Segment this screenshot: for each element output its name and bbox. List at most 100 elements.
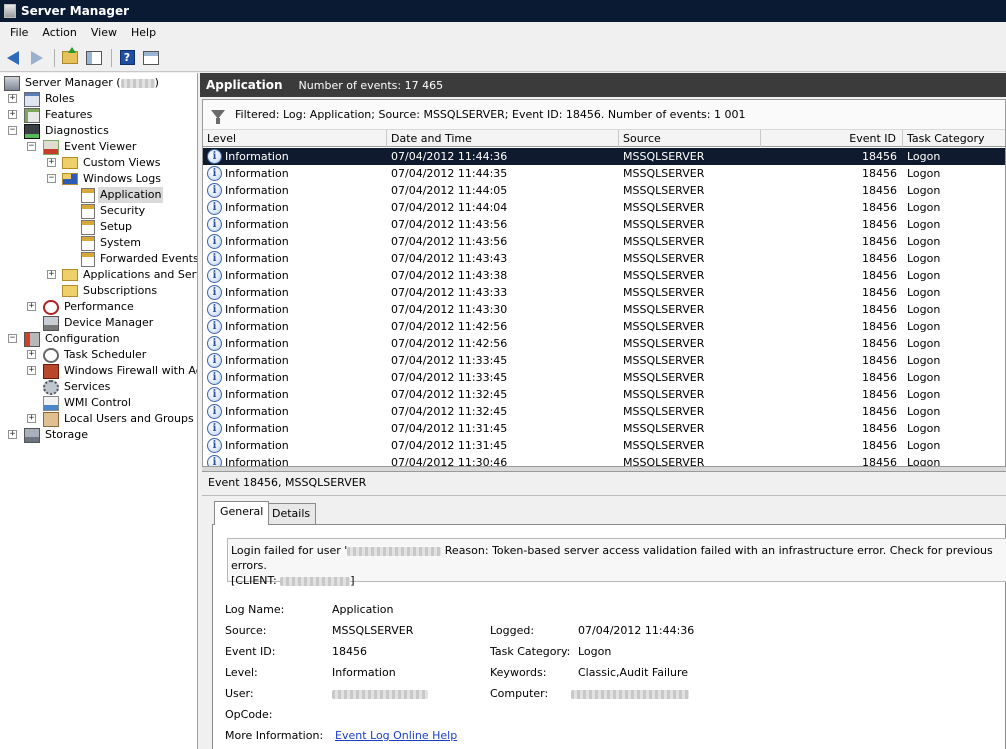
- event-row[interactable]: i Information 07/04/2012 11:42:56 MSSQLSERV…: [203, 335, 1005, 352]
- menu-action[interactable]: Action: [35, 22, 83, 44]
- event-row[interactable]: i Information 07/04/2012 11:42:56 MSSQLSERV…: [203, 318, 1005, 335]
- tab-details[interactable]: Details: [266, 503, 317, 525]
- event-details-title: Event 18456, MSSQLSERVER: [208, 476, 367, 489]
- tree-item-subscriptions[interactable]: Subscriptions: [62, 283, 159, 299]
- tree-item-windows-firewall[interactable]: Windows Firewall with Adva: [43, 363, 197, 379]
- event-row[interactable]: i Information 07/04/2012 11:43:38 MSSQLSERV…: [203, 267, 1005, 284]
- event-row[interactable]: i Information 07/04/2012 11:44:35 MSSQLSERV…: [203, 165, 1005, 182]
- collapse-toggle-icon[interactable]: −: [8, 126, 17, 135]
- cell-source: MSSQLSERVER: [623, 184, 705, 197]
- event-log-online-help-link[interactable]: Event Log Online Help: [335, 729, 457, 742]
- filter-funnel-icon: [211, 110, 225, 124]
- information-icon: i: [207, 370, 222, 385]
- expand-toggle-icon[interactable]: +: [27, 350, 36, 359]
- event-row[interactable]: i Information 07/04/2012 11:43:56 MSSQLSERV…: [203, 216, 1005, 233]
- tree-item-forwarded-events[interactable]: Forwarded Events: [81, 251, 198, 267]
- tree-label: Forwarded Events: [100, 252, 198, 265]
- cell-date-time: 07/04/2012 11:31:45: [391, 439, 508, 452]
- tree-item-windows-logs[interactable]: Windows Logs: [62, 171, 163, 187]
- tree-item-configuration[interactable]: Configuration: [24, 331, 122, 347]
- tree-item-diagnostics[interactable]: Diagnostics: [24, 123, 111, 139]
- event-row[interactable]: i Information 07/04/2012 11:44:36 MSSQLSERV…: [203, 148, 1005, 165]
- expand-toggle-icon[interactable]: +: [27, 414, 36, 423]
- tree-item-server-manager[interactable]: Server Manager (): [4, 75, 161, 91]
- tree-item-setup[interactable]: Setup: [81, 219, 134, 235]
- event-row[interactable]: i Information 07/04/2012 11:31:45 MSSQLSERV…: [203, 420, 1005, 437]
- help-button[interactable]: ?: [116, 48, 138, 68]
- action-pane-icon: [143, 50, 159, 65]
- tree-label: Application: [98, 187, 164, 203]
- event-row[interactable]: i Information 07/04/2012 11:31:45 MSSQLSERV…: [203, 437, 1005, 454]
- event-row[interactable]: i Information 07/04/2012 11:30:46 MSSQLSERV…: [203, 454, 1005, 466]
- tree-item-event-viewer[interactable]: Event Viewer: [43, 139, 138, 155]
- event-row[interactable]: i Information 07/04/2012 11:32:45 MSSQLSERV…: [203, 386, 1005, 403]
- information-icon: i: [207, 285, 222, 300]
- tree-item-application[interactable]: Application: [81, 187, 164, 203]
- tree-item-storage[interactable]: Storage: [24, 427, 90, 443]
- event-row[interactable]: i Information 07/04/2012 11:44:05 MSSQLSERV…: [203, 182, 1005, 199]
- column-event-id[interactable]: Event ID: [761, 130, 903, 147]
- menu-bar: File Action View Help: [0, 22, 1006, 44]
- forward-button[interactable]: [26, 48, 48, 68]
- tree-item-applications-services[interactable]: Applications and Servic: [62, 267, 197, 283]
- expand-toggle-icon[interactable]: +: [8, 430, 17, 439]
- information-icon: i: [207, 149, 222, 164]
- cell-level: Information: [225, 167, 289, 180]
- tree-item-local-users-groups[interactable]: Local Users and Groups: [43, 411, 196, 427]
- cell-source: MSSQLSERVER: [623, 354, 705, 367]
- tree-item-system[interactable]: System: [81, 235, 143, 251]
- column-source[interactable]: Source: [619, 130, 761, 147]
- tree-item-wmi-control[interactable]: WMI Control: [43, 395, 133, 411]
- cell-event-id: 18456: [862, 337, 897, 350]
- log-icon: [81, 235, 95, 251]
- show-hide-tree-button[interactable]: [83, 48, 105, 68]
- event-row[interactable]: i Information 07/04/2012 11:43:30 MSSQLSERV…: [203, 301, 1005, 318]
- event-message[interactable]: Login failed for user ' Reason: Token-ba…: [227, 538, 1006, 587]
- event-row[interactable]: i Information 07/04/2012 11:44:04 MSSQLSERV…: [203, 199, 1005, 216]
- event-row[interactable]: i Information 07/04/2012 11:33:45 MSSQLSERV…: [203, 369, 1005, 386]
- tree-item-performance[interactable]: Performance: [43, 299, 136, 315]
- expand-toggle-icon[interactable]: +: [47, 270, 56, 279]
- column-date-time[interactable]: Date and Time: [387, 130, 619, 147]
- show-action-pane-button[interactable]: [140, 48, 162, 68]
- cell-date-time: 07/04/2012 11:32:45: [391, 405, 508, 418]
- cell-source: MSSQLSERVER: [623, 388, 705, 401]
- cell-event-id: 18456: [862, 235, 897, 248]
- up-one-level-button[interactable]: [59, 47, 81, 68]
- tree-item-security[interactable]: Security: [81, 203, 147, 219]
- column-task-category[interactable]: Task Category: [903, 130, 1005, 147]
- back-button[interactable]: [2, 48, 24, 68]
- event-row[interactable]: i Information 07/04/2012 11:32:45 MSSQLSERV…: [203, 403, 1005, 420]
- tree-item-device-manager[interactable]: Device Manager: [43, 315, 155, 331]
- collapse-toggle-icon[interactable]: −: [27, 142, 36, 151]
- column-header: Level Date and Time Source Event ID Task…: [203, 130, 1005, 147]
- menu-help[interactable]: Help: [124, 22, 163, 44]
- tree-item-task-scheduler[interactable]: Task Scheduler: [43, 347, 148, 363]
- tree-item-features[interactable]: Features: [24, 107, 94, 123]
- expand-toggle-icon[interactable]: +: [47, 158, 56, 167]
- tree-item-roles[interactable]: Roles: [24, 91, 76, 107]
- collapse-toggle-icon[interactable]: −: [8, 334, 17, 343]
- expand-toggle-icon[interactable]: +: [27, 302, 36, 311]
- tree-label: Storage: [45, 428, 89, 441]
- menu-file[interactable]: File: [3, 22, 35, 44]
- cell-level: Information: [225, 184, 289, 197]
- event-row[interactable]: i Information 07/04/2012 11:33:45 MSSQLSERV…: [203, 352, 1005, 369]
- event-row[interactable]: i Information 07/04/2012 11:43:56 MSSQLSERV…: [203, 233, 1005, 250]
- tab-general[interactable]: General: [214, 501, 270, 525]
- cell-level: Information: [225, 150, 289, 163]
- tree-item-custom-views[interactable]: Custom Views: [62, 155, 162, 171]
- event-row[interactable]: i Information 07/04/2012 11:43:33 MSSQLSERV…: [203, 284, 1005, 301]
- event-row[interactable]: i Information 07/04/2012 11:43:43 MSSQLSERV…: [203, 250, 1005, 267]
- collapse-toggle-icon[interactable]: −: [47, 174, 56, 183]
- tree-item-services[interactable]: Services: [43, 379, 112, 395]
- cell-task-category: Logon: [907, 405, 941, 418]
- expand-toggle-icon[interactable]: +: [8, 94, 17, 103]
- expand-toggle-icon[interactable]: +: [8, 110, 17, 119]
- cell-task-category: Logon: [907, 337, 941, 350]
- menu-view[interactable]: View: [84, 22, 124, 44]
- cell-date-time: 07/04/2012 11:33:45: [391, 354, 508, 367]
- column-level[interactable]: Level: [203, 130, 387, 147]
- expand-toggle-icon[interactable]: +: [27, 366, 36, 375]
- tree-label: Local Users and Groups: [64, 412, 194, 425]
